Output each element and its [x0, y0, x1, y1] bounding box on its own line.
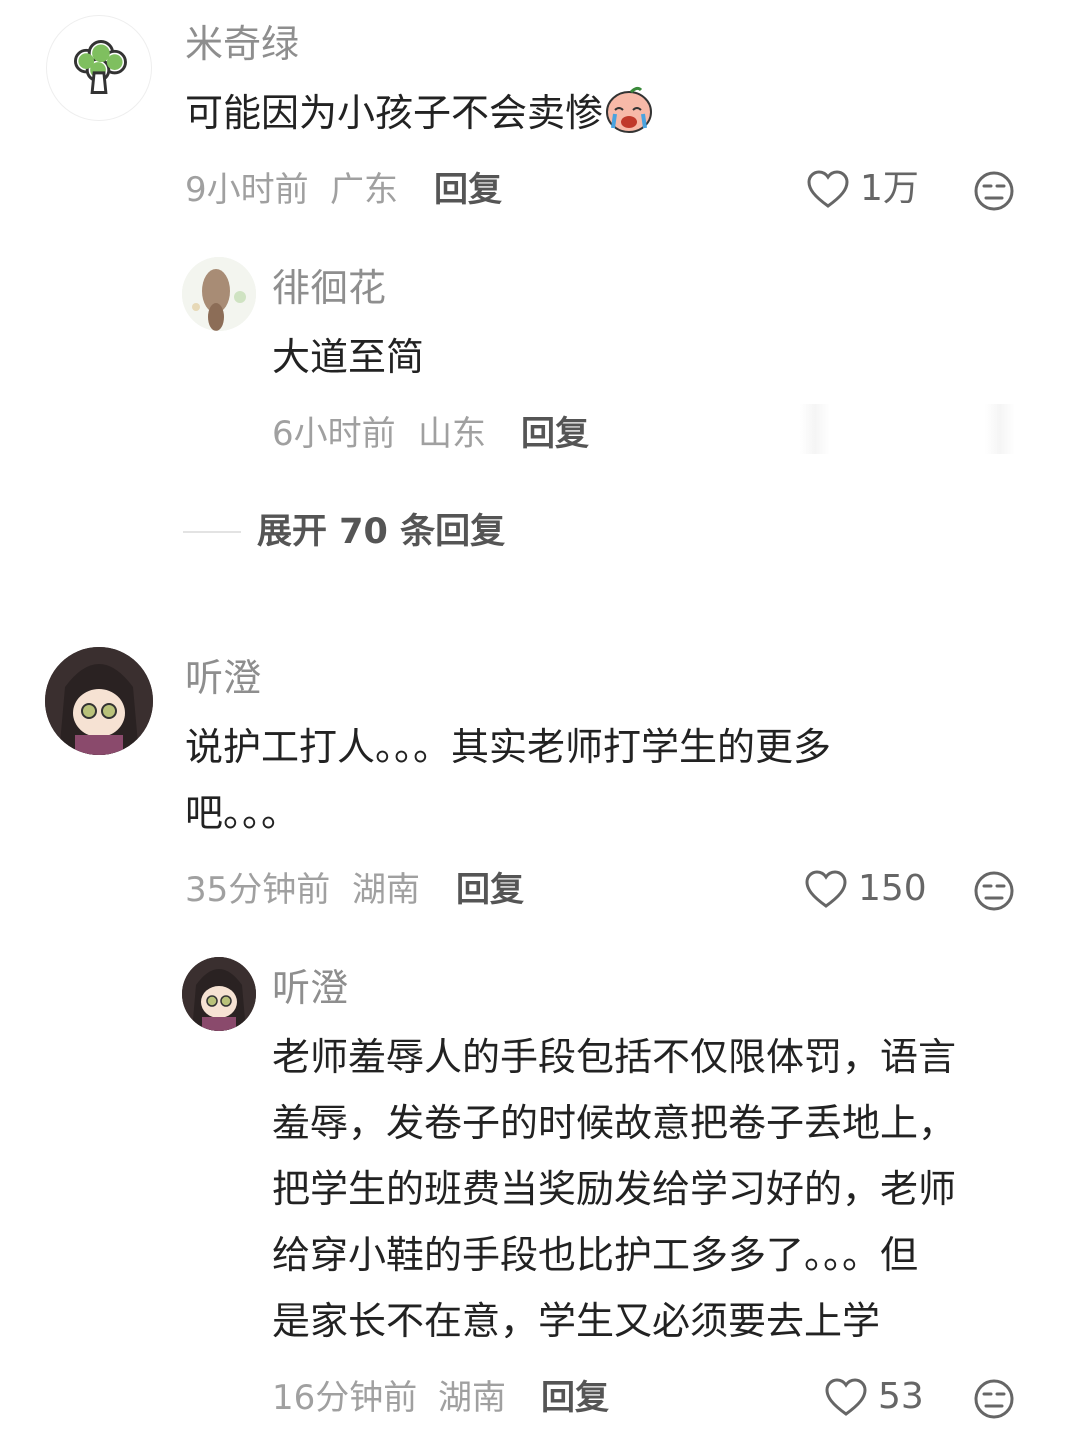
like-button[interactable]: 53 [824, 1377, 924, 1417]
like-count: 1万 [860, 168, 919, 209]
expand-replies-label: 展开 70 条回复 [257, 512, 506, 552]
reply-avatar[interactable] [182, 257, 256, 331]
comment-text-line: 吧。。。 [185, 791, 300, 835]
reply-time: 6小时前 [272, 414, 396, 454]
dislike-button[interactable] [973, 870, 1015, 912]
like-count: 53 [878, 1376, 924, 1417]
comment-time: 35分钟前 [185, 870, 331, 910]
heart-icon [804, 869, 848, 909]
reply-text: 大道至简 [272, 335, 425, 379]
unamused-face-icon [974, 171, 1014, 211]
faded-divider [800, 404, 830, 454]
reply-text-line: 羞辱，发卷子的时候故意把卷子丢地上， [272, 1101, 957, 1145]
reply-text-line: 给穿小鞋的手段也比护工多多了。。。但 [272, 1233, 919, 1277]
reply-location: 湖南 [438, 1378, 506, 1418]
reply-button[interactable]: 回复 [541, 1378, 609, 1418]
dislike-button[interactable] [973, 170, 1015, 212]
anime-character-icon [45, 647, 153, 755]
comment-location: 广东 [330, 170, 398, 210]
comment-text-line: 可能因为小孩子不会卖惨 [185, 91, 604, 135]
anime-character-icon [182, 957, 256, 1031]
crying-face-emoji-icon [603, 84, 655, 136]
reply-button[interactable]: 回复 [521, 414, 589, 454]
unamused-face-icon [974, 871, 1014, 911]
username[interactable]: 米奇绿 [185, 22, 299, 66]
reply-avatar[interactable] [182, 957, 256, 1031]
reply-text-line: 老师羞辱人的手段包括不仅限体罚，语言 [272, 1035, 957, 1079]
broccoli-icon [73, 40, 127, 94]
unamused-face-icon [974, 1379, 1014, 1419]
reply-username[interactable]: 徘徊花 [272, 266, 386, 310]
reply-text-line: 把学生的班费当奖励发给学习好的，老师 [272, 1167, 957, 1211]
reply-username[interactable]: 听澄 [272, 966, 348, 1010]
like-button[interactable]: 150 [804, 869, 927, 909]
heart-icon [824, 1377, 868, 1417]
comment-text: 可能因为小孩子不会卖惨 [185, 80, 655, 146]
avatar[interactable] [45, 647, 153, 755]
comment-location: 湖南 [352, 870, 420, 910]
avatar[interactable] [46, 15, 152, 121]
reply-button[interactable]: 回复 [434, 170, 502, 210]
comment-text: 说护工打人。。。其实老师打学生的更多 吧。。。 [185, 714, 831, 846]
reply-text: 老师羞辱人的手段包括不仅限体罚，语言 羞辱，发卷子的时候故意把卷子丢地上， 把学… [272, 1024, 956, 1354]
expand-replies-button[interactable]: 展开 70 条回复 [183, 512, 505, 552]
reply-time: 16分钟前 [272, 1378, 418, 1418]
comment-text-line: 说护工打人。。。其实老师打学生的更多 [185, 725, 832, 769]
reply-text-line: 是家长不在意，学生又必须要去上学 [272, 1299, 881, 1343]
expand-divider [183, 531, 241, 533]
username[interactable]: 听澄 [185, 656, 261, 700]
comment-time: 9小时前 [185, 170, 309, 210]
dislike-button[interactable] [973, 1378, 1015, 1420]
like-button[interactable]: 1万 [806, 169, 919, 209]
girl-hair-icon [182, 257, 256, 331]
reply-button[interactable]: 回复 [456, 870, 524, 910]
heart-icon [806, 169, 850, 209]
faded-divider [985, 404, 1015, 454]
like-count: 150 [858, 868, 927, 909]
reply-location: 山东 [418, 414, 486, 454]
